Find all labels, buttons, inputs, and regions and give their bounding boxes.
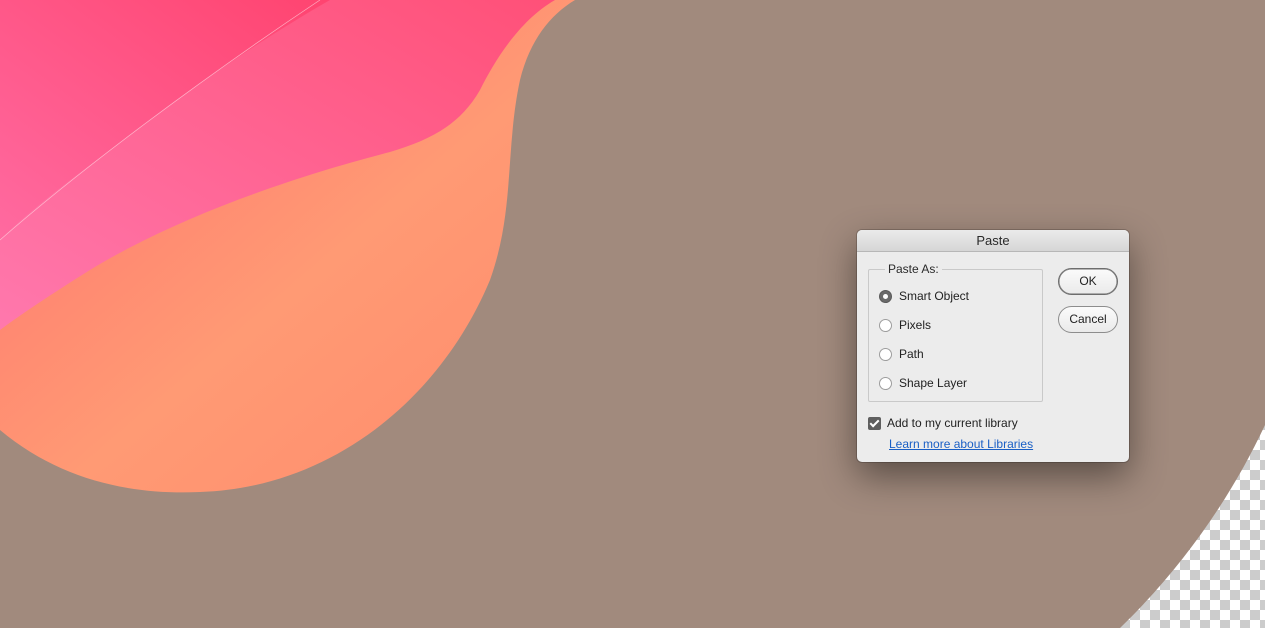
radio-shape-layer[interactable]: Shape Layer bbox=[879, 374, 967, 392]
radio-label: Pixels bbox=[899, 318, 932, 332]
dialog-title: Paste bbox=[857, 230, 1129, 252]
paste-as-label: Paste As: bbox=[885, 262, 942, 277]
radio-label: Shape Layer bbox=[899, 376, 968, 390]
cancel-button[interactable]: Cancel bbox=[1058, 306, 1118, 333]
radio-unselected-icon[interactable] bbox=[879, 318, 892, 332]
add-to-library-label: Add to my current library bbox=[887, 416, 1018, 430]
ok-button[interactable]: OK bbox=[1058, 268, 1118, 295]
radio-label: Path bbox=[899, 347, 924, 361]
radio-selected-icon[interactable] bbox=[879, 289, 892, 303]
radio-label: Smart Object bbox=[899, 289, 970, 303]
radio-unselected-icon[interactable] bbox=[879, 376, 892, 390]
radio-pixels[interactable]: Pixels bbox=[879, 316, 931, 334]
add-to-library-checkbox-row[interactable]: Add to my current library bbox=[868, 415, 1018, 431]
paste-as-group: Paste As: Smart Object Pixels Path Shape… bbox=[868, 262, 1043, 402]
checkbox-checked-icon[interactable] bbox=[868, 416, 881, 430]
transparent-area bbox=[1120, 425, 1265, 628]
radio-path[interactable]: Path bbox=[879, 345, 924, 363]
radio-smart-object[interactable]: Smart Object bbox=[879, 287, 969, 305]
learn-more-libraries-link[interactable]: Learn more about Libraries bbox=[889, 437, 1033, 451]
paste-dialog: Paste Paste As: Smart Object Pixels Path… bbox=[857, 230, 1129, 462]
radio-unselected-icon[interactable] bbox=[879, 347, 892, 361]
